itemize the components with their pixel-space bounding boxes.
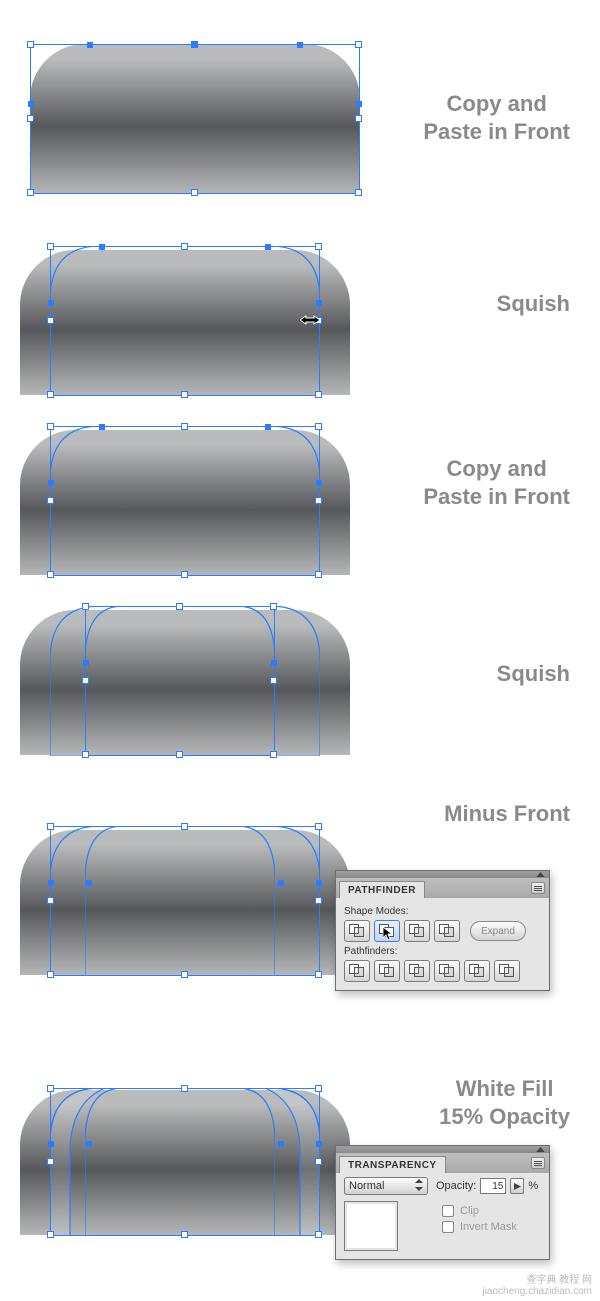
fill-swatch[interactable]	[344, 1201, 398, 1251]
dome-shape	[30, 44, 360, 194]
stepper-icon	[415, 1179, 423, 1194]
pathfinder-tab[interactable]: PATHFINDER	[339, 881, 425, 898]
opacity-label: Opacity:	[436, 1180, 476, 1192]
step-label: White Fill 15% Opacity	[439, 1075, 570, 1130]
outline-button[interactable]	[464, 960, 490, 982]
trim-button[interactable]	[374, 960, 400, 982]
step-label: Minus Front	[444, 800, 570, 828]
minus-back-button[interactable]	[494, 960, 520, 982]
transparency-tab[interactable]: TRANSPARENCY	[339, 1156, 446, 1173]
dome-shape	[20, 1090, 350, 1235]
dome-shape	[20, 610, 350, 755]
transparency-panel[interactable]: TRANSPARENCY Normal Opacity: 15 %	[335, 1145, 550, 1260]
panel-collapse-bar[interactable]	[336, 871, 549, 878]
opacity-unit: %	[528, 1180, 538, 1192]
step-label: Squish	[497, 290, 570, 318]
intersect-button[interactable]	[404, 920, 430, 942]
exclude-button[interactable]	[434, 920, 460, 942]
panel-menu-icon[interactable]	[531, 882, 545, 894]
shape-modes-label: Shape Modes:	[344, 906, 541, 917]
opacity-slider-toggle[interactable]	[510, 1178, 524, 1194]
step-label: Copy and Paste in Front	[423, 455, 570, 510]
watermark: 查字典 教程 网 jiaocheng.chazidian.com	[482, 1275, 592, 1297]
step-label: Squish	[497, 660, 570, 688]
horizontal-scale-cursor-icon	[300, 315, 320, 325]
panel-menu-icon[interactable]	[531, 1157, 545, 1169]
pathfinders-label: Pathfinders:	[344, 946, 541, 957]
blend-mode-value: Normal	[349, 1180, 384, 1192]
opacity-input[interactable]: 15	[480, 1178, 506, 1194]
dome-shape	[20, 430, 350, 575]
panel-collapse-bar[interactable]	[336, 1146, 549, 1153]
step-label: Copy and Paste in Front	[423, 90, 570, 145]
crop-button[interactable]	[434, 960, 460, 982]
clip-label: Clip	[460, 1205, 479, 1217]
clip-checkbox[interactable]	[442, 1205, 454, 1217]
blend-mode-select[interactable]: Normal	[344, 1177, 428, 1195]
expand-button[interactable]: Expand	[470, 921, 526, 941]
unite-button[interactable]	[344, 920, 370, 942]
pathfinder-panel[interactable]: PATHFINDER Shape Modes: Expand Pathfinde…	[335, 870, 550, 991]
minus-front-button[interactable]	[374, 920, 400, 942]
invert-label: Invert Mask	[460, 1221, 517, 1233]
invert-mask-checkbox[interactable]	[442, 1221, 454, 1233]
divide-button[interactable]	[344, 960, 370, 982]
merge-button[interactable]	[404, 960, 430, 982]
dome-shape	[20, 830, 350, 975]
cursor-arrow-icon	[383, 927, 393, 941]
